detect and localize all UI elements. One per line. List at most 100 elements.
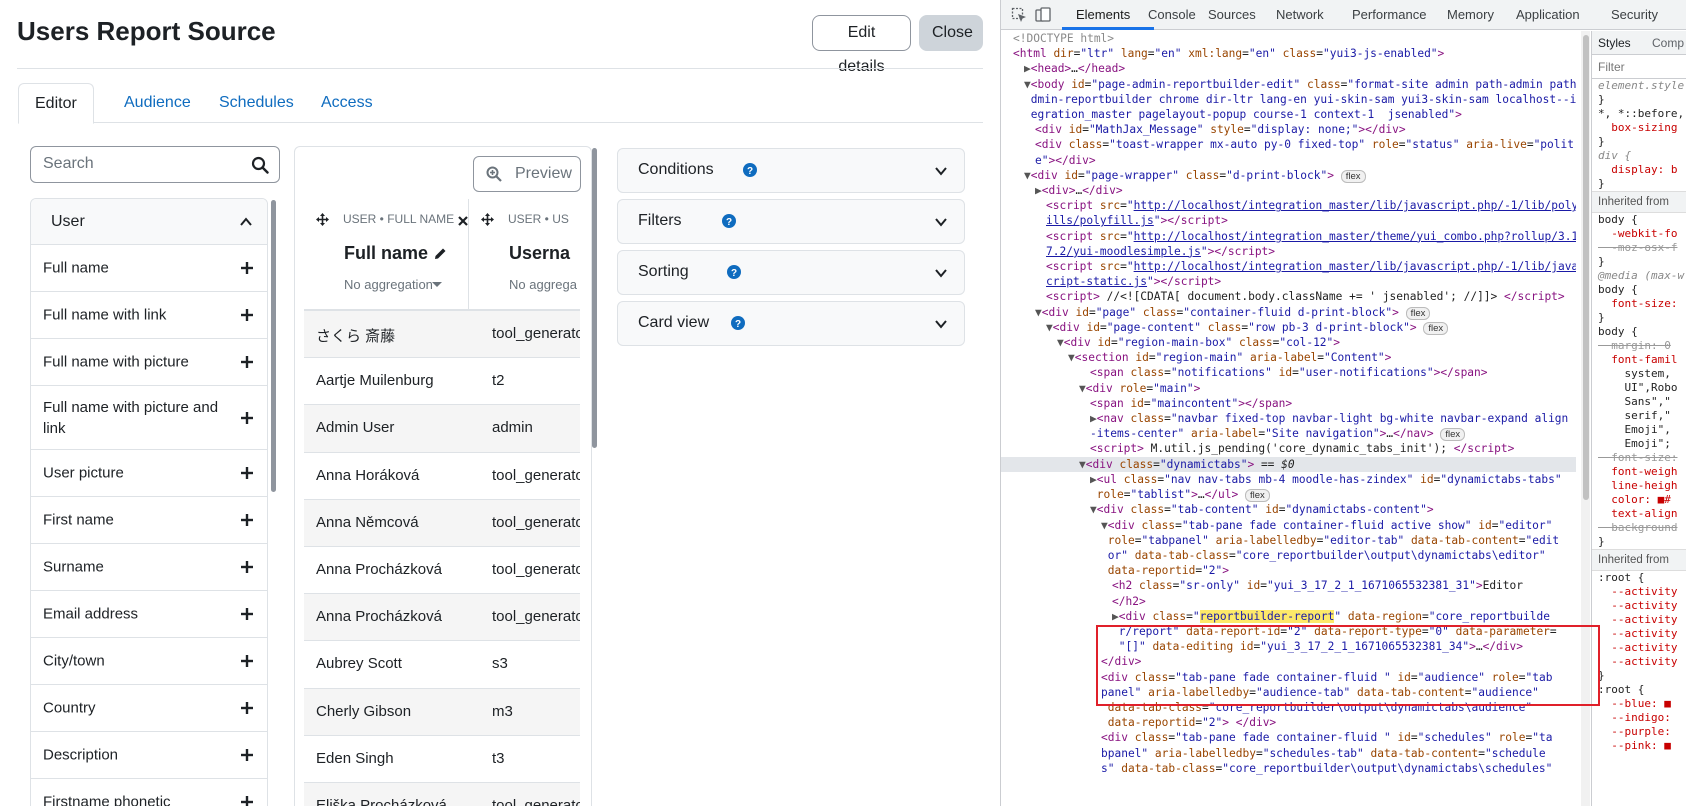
dom-node-line[interactable]: ▶<div>…</div> [1001, 183, 1576, 198]
plus-icon[interactable] [241, 561, 253, 573]
tab-audience[interactable]: Audience [108, 83, 207, 123]
dom-node-line[interactable]: ▼<div id="page-content" class="row pb-3 … [1001, 320, 1576, 335]
dom-node-line[interactable]: role="tabpanel" aria-labelledby="editor-… [1001, 533, 1576, 548]
dom-node-line[interactable]: data-reportid="2"> </div> [1001, 715, 1576, 730]
plus-icon[interactable] [241, 655, 253, 667]
dom-node-line[interactable]: dmin-reportbuilder chrome dir-ltr lang-e… [1001, 92, 1576, 107]
dom-node-line[interactable]: <h2 class="sr-only" id="yui_3_17_2_1_167… [1001, 578, 1576, 593]
field-item[interactable]: Surname [31, 544, 267, 591]
field-item[interactable]: Email address [31, 591, 267, 638]
styles-filter-input[interactable]: Filter [1592, 55, 1686, 79]
dom-node-line[interactable]: ▼<div id="page-wrapper" class="d-print-b… [1001, 168, 1576, 183]
dom-node-line[interactable]: ▼<div id="page" class="container-fluid d… [1001, 305, 1576, 320]
devtools-tab-performance[interactable]: Performance [1352, 7, 1426, 22]
accordion-conditions[interactable]: Conditions? [617, 148, 965, 193]
dom-node-line[interactable]: <script src="http://localhost/integratio… [1001, 198, 1576, 213]
tab-access[interactable]: Access [305, 83, 389, 123]
preview-scrollbar[interactable] [592, 148, 597, 448]
plus-icon[interactable] [241, 796, 253, 806]
devtools-tab-application[interactable]: Application [1516, 7, 1580, 22]
help-icon[interactable]: ? [731, 316, 745, 330]
dom-node-line[interactable]: cript-static.js"></script> [1001, 274, 1576, 289]
field-item[interactable]: First name [31, 497, 267, 544]
remove-column-icon[interactable] [458, 216, 468, 226]
close-button[interactable]: Close [919, 15, 983, 51]
aggregation-select[interactable]: No aggrega [509, 277, 577, 292]
devtools-tab-sources[interactable]: Sources [1208, 7, 1256, 22]
dom-node-line[interactable]: <script src="http://localhost/integratio… [1001, 259, 1576, 274]
edit-details-button[interactable]: Edit details [812, 15, 911, 75]
dom-node-line[interactable]: <div id="MathJax_Message" style="display… [1001, 122, 1576, 137]
tab-styles[interactable]: Styles [1598, 36, 1631, 50]
accordion-filters[interactable]: Filters? [617, 199, 965, 244]
dom-node-line[interactable]: <script> //<![CDATA[ document.body.class… [1001, 289, 1576, 304]
field-item[interactable]: Full name with link [31, 292, 267, 339]
dom-node-line[interactable]: </h2> [1001, 594, 1576, 609]
dom-node-line[interactable]: <script src="http://localhost/integratio… [1001, 229, 1576, 244]
plus-icon[interactable] [241, 356, 253, 368]
dom-node-line[interactable]: <!DOCTYPE html> [1001, 31, 1576, 46]
column-title[interactable]: Userna [509, 243, 570, 264]
dom-node-line[interactable]: s" data-tab-class="core_reportbuilder\ou… [1001, 761, 1576, 776]
dom-node-line[interactable]: ▼<div class="tab-pane fade container-flu… [1001, 518, 1576, 533]
plus-icon[interactable] [241, 309, 253, 321]
dom-node-line[interactable]: or" data-tab-class="core_reportbuilder\o… [1001, 548, 1576, 563]
dom-node-line[interactable]: <script> M.util.js_pending('core_dynamic… [1001, 441, 1576, 456]
dom-node-line[interactable]: <span id="maincontent"></span> [1001, 396, 1576, 411]
plus-icon[interactable] [241, 262, 253, 274]
dom-node-line[interactable]: role="tablist">…</ul> flex [1001, 487, 1576, 503]
devtools-tab-memory[interactable]: Memory [1447, 7, 1494, 22]
dom-node-line[interactable]: -items-center" aria-label="Site navigati… [1001, 426, 1576, 442]
preview-button[interactable]: Preview [473, 156, 581, 192]
dom-node-line[interactable]: ▼<div role="main"> [1001, 381, 1576, 396]
field-list-scrollbar[interactable] [271, 200, 276, 492]
move-icon[interactable] [316, 213, 329, 226]
plus-icon[interactable] [241, 702, 253, 714]
tab-schedules[interactable]: Schedules [203, 83, 310, 123]
plus-icon[interactable] [241, 749, 253, 761]
help-icon[interactable]: ? [727, 265, 741, 279]
field-item[interactable]: Full name with picture [31, 339, 267, 386]
dom-node-line[interactable]: e"></div> [1001, 153, 1576, 168]
search-icon[interactable] [251, 156, 269, 174]
dom-node-line[interactable]: 7.2/yui-moodlesimple.js"></script> [1001, 244, 1576, 259]
dom-node-line[interactable]: ▼<section id="region-main" aria-label="C… [1001, 350, 1576, 365]
plus-icon[interactable] [241, 514, 253, 526]
plus-icon[interactable] [241, 608, 253, 620]
field-item[interactable]: Full name with picture and link [31, 386, 267, 450]
dom-node-line[interactable]: bpanel" aria-labelledby="schedules-tab" … [1001, 746, 1576, 761]
dom-node-line[interactable]: ▶<div class="reportbuilder-report" data-… [1001, 609, 1576, 624]
pencil-icon[interactable] [434, 247, 447, 260]
move-icon[interactable] [481, 213, 494, 226]
field-group-user[interactable]: User [31, 199, 267, 245]
dom-node-line[interactable]: <div class="toast-wrapper mx-auto py-0 f… [1001, 137, 1576, 152]
dom-node-line[interactable]: egration_master pagelayout-popup course-… [1001, 107, 1576, 122]
dom-node-line[interactable]: ▼<div class="dynamictabs"> == $0 [1001, 456, 1576, 472]
help-icon[interactable]: ? [722, 214, 736, 228]
help-icon[interactable]: ? [743, 163, 757, 177]
field-item[interactable]: User picture [31, 450, 267, 497]
field-item[interactable]: Description [31, 732, 267, 779]
devtools-tab-network[interactable]: Network [1276, 7, 1324, 22]
tab-editor[interactable]: Editor [18, 83, 94, 124]
dom-node-line[interactable]: ▼<div id="region-main-box" class="col-12… [1001, 335, 1576, 350]
dom-node-line[interactable]: ▼<div class="tab-content" id="dynamictab… [1001, 502, 1576, 517]
search-input[interactable] [43, 155, 243, 173]
inspect-element-icon[interactable] [1011, 7, 1027, 23]
field-item[interactable]: City/town [31, 638, 267, 685]
dom-node-line[interactable]: <html dir="ltr" lang="en" xml:lang="en" … [1001, 46, 1576, 61]
plus-icon[interactable] [241, 467, 253, 479]
field-item[interactable]: Full name [31, 245, 267, 292]
devtools-tab-security[interactable]: Security [1611, 7, 1658, 22]
tab-computed[interactable]: Comp [1652, 36, 1684, 50]
accordion-sorting[interactable]: Sorting? [617, 250, 965, 295]
devtools-tab-elements[interactable]: Elements [1076, 7, 1130, 22]
accordion-card-view[interactable]: Card view? [617, 301, 965, 346]
dom-node-line[interactable]: ▶<head>…</head> [1001, 61, 1576, 76]
dom-node-line[interactable]: data-reportid="2"> [1001, 563, 1576, 578]
field-item[interactable]: Firstname phonetic [31, 779, 267, 806]
dom-node-line[interactable]: ▼<body id="page-admin-reportbuilder-edit… [1001, 77, 1576, 92]
devtools-tab-console[interactable]: Console [1148, 7, 1196, 22]
dom-node-line[interactable]: <div class="tab-pane fade container-flui… [1001, 730, 1576, 745]
device-toolbar-icon[interactable] [1035, 7, 1051, 23]
